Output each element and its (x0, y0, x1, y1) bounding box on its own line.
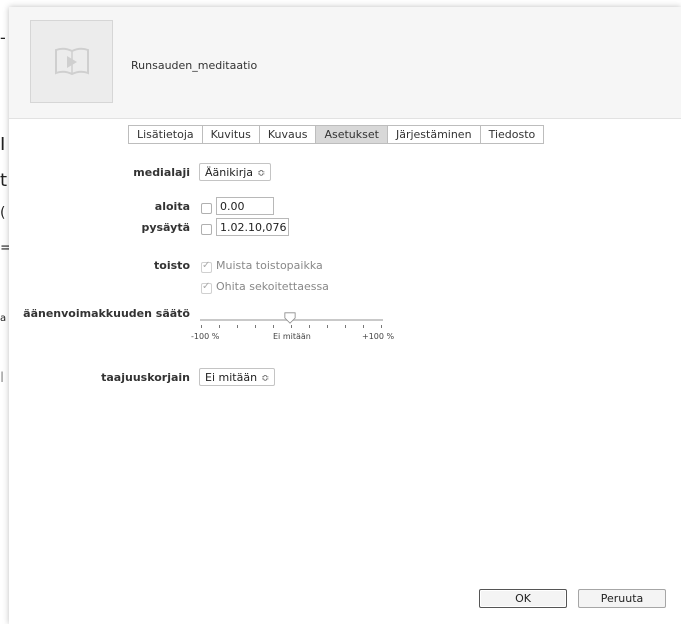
volume-slider-knob[interactable] (284, 312, 296, 324)
media-kind-select[interactable]: Äänikirja ≎ (199, 163, 272, 181)
volume-min-label: -100 % (191, 332, 220, 341)
cancel-button[interactable]: Peruuta (578, 589, 666, 608)
slider-tick (345, 325, 346, 328)
slider-tick (237, 325, 238, 328)
tab-sorting[interactable]: Järjestäminen (388, 126, 481, 143)
media-kind-label: medialaji (133, 166, 190, 179)
background-text: t (0, 170, 8, 191)
background-text: I (0, 370, 5, 386)
background-text: I (0, 134, 6, 155)
slider-tick (273, 325, 274, 328)
equalizer-value: Ei mitään (205, 371, 258, 384)
tab-file[interactable]: Tiedosto (481, 126, 544, 143)
volume-max-label: +100 % (362, 332, 395, 341)
tab-options[interactable]: Asetukset (316, 126, 388, 143)
item-title: Runsauden_meditaatio (131, 59, 258, 72)
volume-adjust-label: äänenvoimakkuuden säätö (23, 307, 190, 320)
dialog-header: Runsauden_meditaatio (9, 7, 681, 119)
equalizer-label: taajuuskorjain (101, 371, 190, 384)
playback-label: toisto (154, 259, 190, 272)
slider-tick (291, 325, 292, 328)
tab-details[interactable]: Lisätietoja (129, 126, 203, 143)
info-dialog: Runsauden_meditaatio Lisätietoja Kuvitus… (9, 7, 681, 624)
ok-button[interactable]: OK (479, 589, 567, 608)
volume-mid-label: Ei mitään (273, 332, 311, 341)
slider-tick (363, 325, 364, 328)
stop-checkbox[interactable] (201, 224, 212, 235)
artwork-placeholder[interactable] (30, 20, 113, 103)
audiobook-icon (55, 47, 89, 76)
slider-tick (255, 325, 256, 328)
chevron-updown-icon: ≎ (257, 168, 266, 179)
start-label: aloita (154, 200, 190, 213)
slider-tick (381, 325, 382, 328)
remember-position-label: Muista toistopaikka (216, 259, 323, 272)
background-text: ( (0, 205, 6, 221)
media-kind-value: Äänikirja (205, 166, 254, 179)
tab-bar: Lisätietoja Kuvitus Kuvaus Asetukset Jär… (128, 125, 545, 144)
equalizer-select[interactable]: Ei mitään ≎ (199, 368, 276, 386)
chevron-updown-icon: ≎ (261, 373, 270, 384)
stop-label: pysäytä (141, 221, 190, 234)
slider-tick (309, 325, 310, 328)
slider-tick (219, 325, 220, 328)
tab-description[interactable]: Kuvaus (260, 126, 317, 143)
remember-position-checkbox[interactable] (201, 260, 212, 273)
slider-tick (327, 325, 328, 328)
skip-shuffle-checkbox[interactable] (201, 281, 212, 294)
slider-tick (201, 325, 202, 328)
background-text: ‑ (0, 28, 6, 47)
tab-artwork[interactable]: Kuvitus (203, 126, 260, 143)
skip-shuffle-label: Ohita sekoitettaessa (216, 280, 329, 293)
background-text: a (0, 313, 7, 324)
start-checkbox[interactable] (201, 203, 212, 214)
stop-time-field[interactable]: 1.02.10,076 (216, 218, 289, 236)
start-time-field[interactable]: 0.00 (216, 197, 274, 215)
